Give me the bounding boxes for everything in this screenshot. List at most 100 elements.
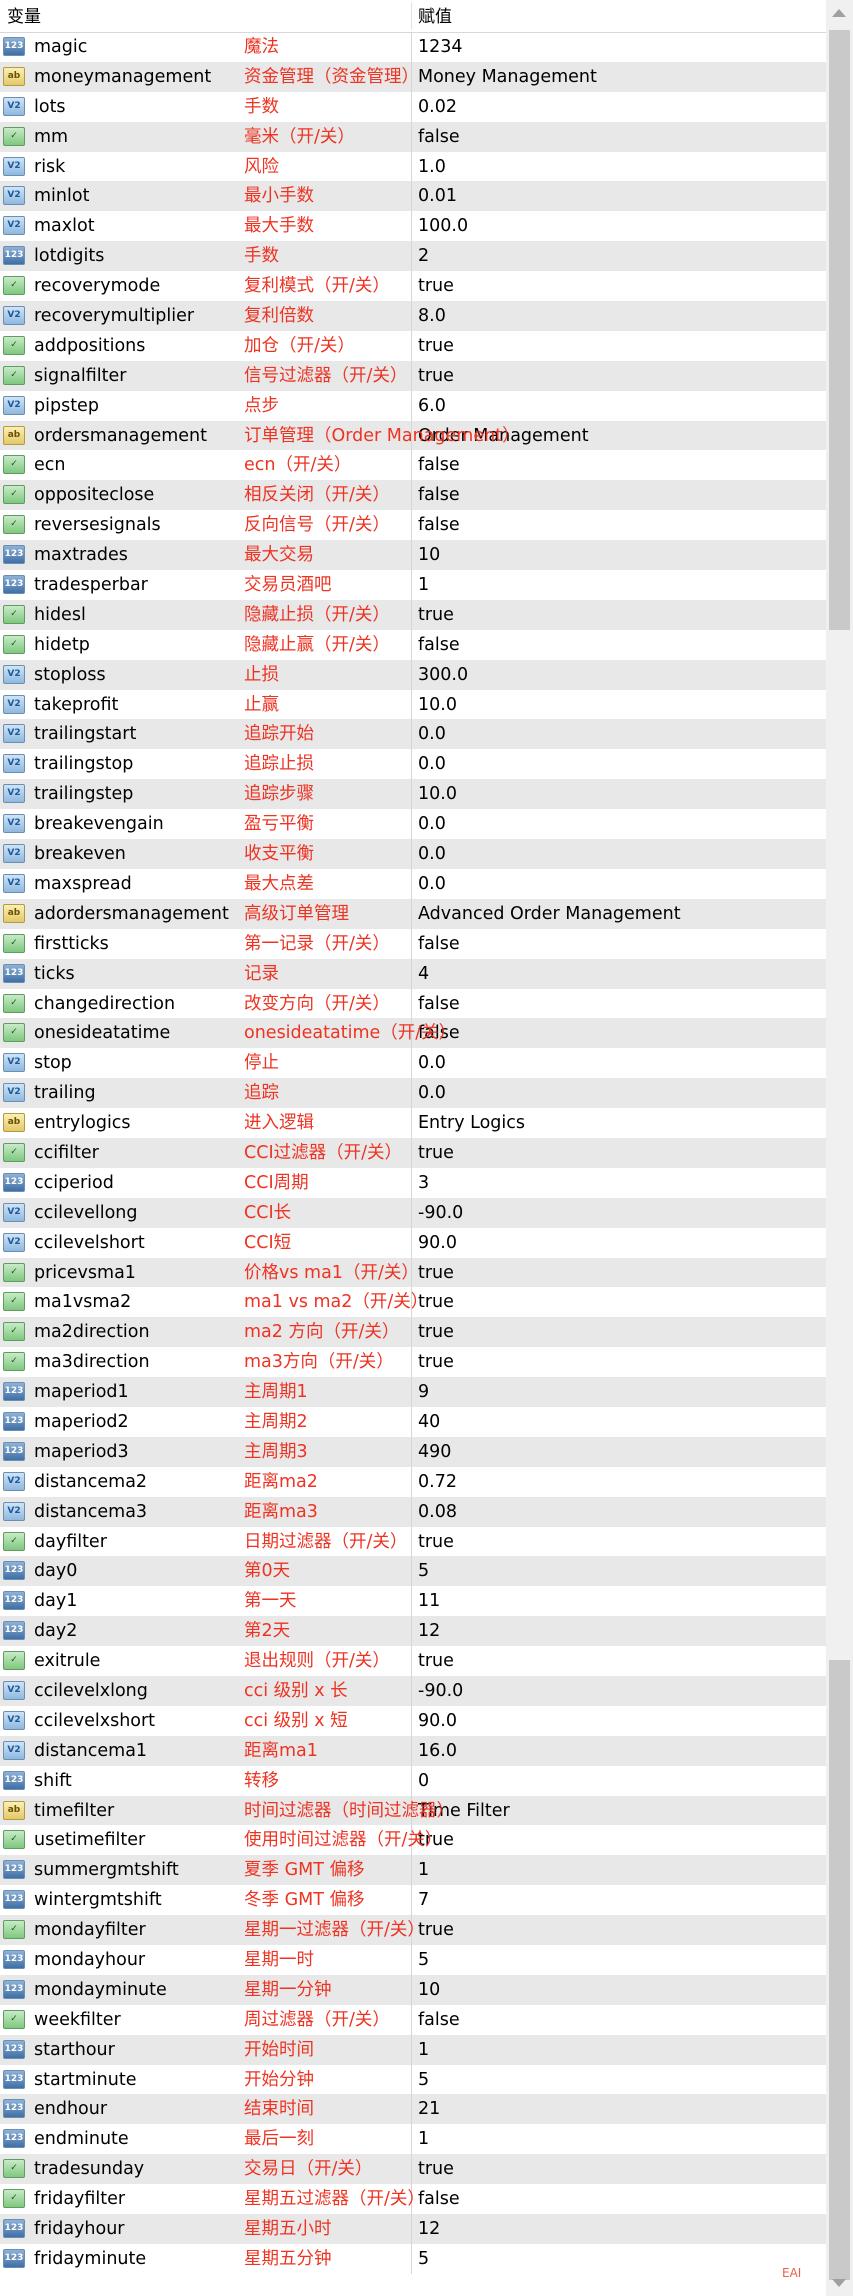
table-row[interactable]: ✓ ma2direction true ma2 方向（开/关） — [0, 1317, 826, 1348]
table-row[interactable]: ✓ weekfilter false 周过滤器（开/关） — [0, 2004, 826, 2035]
variable-value[interactable]: true — [418, 2154, 454, 2184]
scroll-up-arrow-icon[interactable] — [832, 9, 846, 17]
variable-value[interactable]: true — [418, 331, 454, 361]
variable-value[interactable]: 10.0 — [418, 779, 457, 809]
table-row[interactable]: V2 breakevengain 0.0 盈亏平衡 — [0, 809, 826, 840]
variable-value[interactable]: true — [418, 1317, 454, 1347]
table-row[interactable]: 123 cciperiod 3 CCI周期 — [0, 1167, 826, 1198]
variable-value[interactable]: 0 — [418, 1766, 429, 1796]
variable-value[interactable]: 12 — [418, 2214, 440, 2244]
variable-value[interactable]: 100.0 — [418, 211, 468, 241]
table-row[interactable]: V2 trailingstop 0.0 追踪止损 — [0, 749, 826, 780]
variable-value[interactable]: false — [418, 450, 460, 480]
column-header-variable[interactable]: 变量 — [7, 0, 41, 32]
variable-value[interactable]: 490 — [418, 1437, 451, 1467]
table-row[interactable]: 123 starthour 1 开始时间 — [0, 2034, 826, 2065]
table-row[interactable]: V2 distancema1 16.0 距离ma1 — [0, 1735, 826, 1766]
table-row[interactable]: V2 trailingstart 0.0 追踪开始 — [0, 719, 826, 750]
table-row[interactable]: V2 distancema3 0.08 距离ma3 — [0, 1496, 826, 1527]
table-row[interactable]: ✓ signalfilter true 信号过滤器（开/关） — [0, 360, 826, 391]
variable-value[interactable]: 10.0 — [418, 690, 457, 720]
table-row[interactable]: V2 trailingstep 10.0 追踪步骤 — [0, 779, 826, 810]
variable-value[interactable]: 10 — [418, 540, 440, 570]
variable-value[interactable]: 300.0 — [418, 660, 468, 690]
variable-value[interactable]: false — [418, 989, 460, 1019]
variable-value[interactable]: -90.0 — [418, 1198, 463, 1228]
variable-value[interactable]: false — [418, 929, 460, 959]
variable-value[interactable]: Advanced Order Management — [418, 899, 681, 929]
table-row[interactable]: 123 day0 5 第0天 — [0, 1556, 826, 1587]
table-row[interactable]: ✓ onesideatatime false onesideatatime（开/关） — [0, 1018, 826, 1049]
variable-value[interactable]: 10 — [418, 1975, 440, 2005]
table-row[interactable]: V2 stoploss 300.0 止损 — [0, 659, 826, 690]
table-row[interactable]: ✓ addpositions true 加仓（开/关） — [0, 330, 826, 361]
table-row[interactable]: 123 endminute 1 最后一刻 — [0, 2124, 826, 2155]
vertical-scrollbar[interactable] — [826, 0, 853, 2296]
table-row[interactable]: 123 day2 12 第2天 — [0, 1616, 826, 1647]
variable-value[interactable]: 1 — [418, 2124, 429, 2154]
table-row[interactable]: V2 minlot 0.01 最小手数 — [0, 181, 826, 212]
table-row[interactable]: ✓ tradesunday true 交易日（开/关） — [0, 2154, 826, 2185]
table-row[interactable]: ab entrylogics Entry Logics 进入逻辑 — [0, 1108, 826, 1138]
table-row[interactable]: V2 pipstep 6.0 点步 — [0, 390, 826, 421]
table-row[interactable]: V2 distancema2 0.72 距离ma2 — [0, 1466, 826, 1497]
table-row[interactable]: 123 startminute 5 开始分钟 — [0, 2064, 826, 2095]
table-row[interactable]: ✓ exitrule true 退出规则（开/关） — [0, 1646, 826, 1676]
table-row[interactable]: 123 maperiod1 9 主周期1 — [0, 1377, 826, 1407]
variable-value[interactable]: -90.0 — [418, 1676, 463, 1706]
variable-value[interactable]: true — [418, 361, 454, 391]
table-row[interactable]: V2 lots 0.02 手数 — [0, 91, 826, 122]
table-row[interactable]: 123 shift 0 转移 — [0, 1765, 826, 1796]
table-row[interactable]: 123 endhour 21 结束时间 — [0, 2094, 826, 2125]
variable-value[interactable]: true — [418, 1347, 454, 1377]
variable-value[interactable]: true — [418, 600, 454, 630]
column-header-value[interactable]: 赋值 — [418, 0, 452, 32]
table-row[interactable]: V2 trailing 0.0 追踪 — [0, 1078, 826, 1109]
variable-value[interactable]: 0.02 — [418, 92, 457, 122]
variable-value[interactable]: 16.0 — [418, 1736, 457, 1766]
variable-value[interactable]: 6.0 — [418, 391, 446, 421]
table-row[interactable]: ✓ fridayfilter false 星期五过滤器（开/关） — [0, 2184, 826, 2215]
table-row[interactable]: 123 maxtrades 10 最大交易 — [0, 540, 826, 571]
variable-value[interactable]: true — [418, 1138, 454, 1168]
table-row[interactable]: ✓ ecn false ecn（开/关） — [0, 450, 826, 481]
table-row[interactable]: ab timefilter Time Filter 时间过滤器（时间过滤器） — [0, 1795, 826, 1826]
table-row[interactable]: V2 ccilevelxshort 90.0 cci 级别 x 短 — [0, 1705, 826, 1736]
scrollbar-thumb[interactable] — [829, 30, 850, 630]
variable-value[interactable]: 5 — [418, 1945, 429, 1975]
table-row[interactable]: V2 maxlot 100.0 最大手数 — [0, 211, 826, 242]
table-row[interactable]: 123 wintergmtshift 7 冬季 GMT 偏移 — [0, 1885, 826, 1916]
table-row[interactable]: 123 mondayhour 5 星期一时 — [0, 1945, 826, 1975]
table-row[interactable]: 123 fridayhour 12 星期五小时 — [0, 2214, 826, 2244]
variable-value[interactable]: true — [418, 1258, 454, 1288]
table-row[interactable]: V2 ccilevelxlong -90.0 cci 级别 x 长 — [0, 1675, 826, 1706]
variable-value[interactable]: 40 — [418, 1407, 440, 1437]
table-row[interactable]: V2 maxspread 0.0 最大点差 — [0, 868, 826, 899]
table-row[interactable]: ✓ ma1vsma2 true ma1 vs ma2（开/关） — [0, 1287, 826, 1318]
variable-value[interactable]: 0.0 — [418, 719, 446, 749]
table-row[interactable]: 123 fridayminute 5 星期五分钟 — [0, 2243, 826, 2274]
variable-value[interactable]: false — [418, 122, 460, 152]
variable-value[interactable]: false — [418, 480, 460, 510]
variable-value[interactable]: 1 — [418, 570, 429, 600]
variable-value[interactable]: 1 — [418, 1855, 429, 1885]
table-row[interactable]: ✓ usetimefilter true 使用时间过滤器（开/关） — [0, 1825, 826, 1856]
variable-value[interactable]: 1234 — [418, 32, 463, 62]
table-row[interactable]: V2 stop 0.0 停止 — [0, 1048, 826, 1079]
scroll-down-arrow-icon[interactable] — [832, 2279, 846, 2287]
variable-value[interactable]: 0.0 — [418, 809, 446, 839]
table-row[interactable]: V2 breakeven 0.0 收支平衡 — [0, 839, 826, 869]
variable-value[interactable]: 3 — [418, 1168, 429, 1198]
table-row[interactable]: 123 magic 1234 魔法 — [0, 32, 826, 62]
variable-value[interactable]: 4 — [418, 959, 429, 989]
table-row[interactable]: ✓ dayfilter true 日期过滤器（开/关） — [0, 1526, 826, 1557]
table-row[interactable]: ✓ hidetp false 隐藏止赢（开/关） — [0, 629, 826, 660]
variable-value[interactable]: 1.0 — [418, 152, 446, 182]
column-divider[interactable] — [411, 2, 412, 30]
variable-value[interactable]: 5 — [418, 1556, 429, 1586]
table-row[interactable]: 123 mondayminute 10 星期一分钟 — [0, 1974, 826, 2005]
table-row[interactable]: 123 ticks 4 记录 — [0, 958, 826, 989]
table-row[interactable]: V2 recoverymultiplier 8.0 复利倍数 — [0, 301, 826, 331]
table-row[interactable]: ✓ firstticks false 第一记录（开/关） — [0, 928, 826, 959]
variable-value[interactable]: 0.0 — [418, 869, 446, 899]
